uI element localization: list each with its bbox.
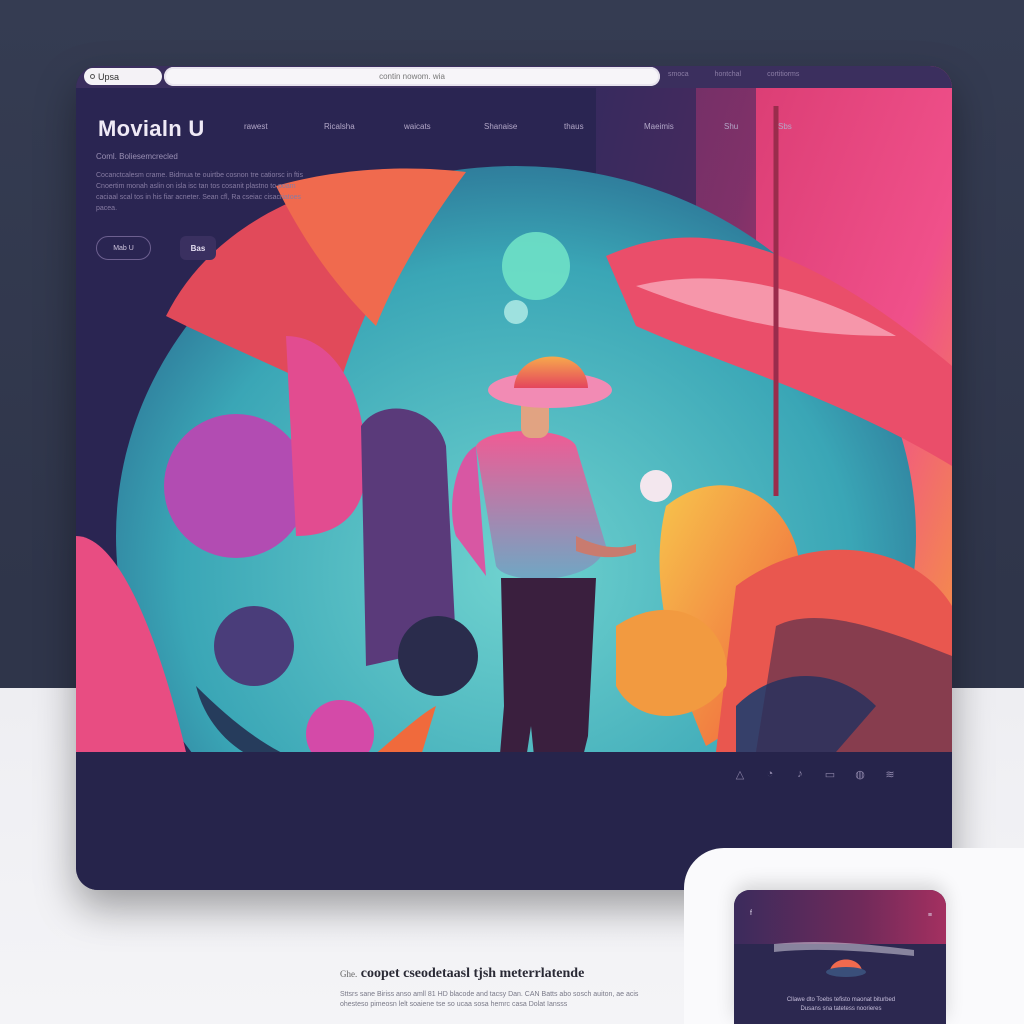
- nav-item[interactable]: Shanaise: [484, 122, 564, 131]
- bottom-headline-text: coopet cseodetaasl tjsh meterrlatende: [360, 966, 585, 981]
- site-logo[interactable]: Movialn U: [98, 116, 205, 142]
- mobile-caption: Cllawe dto Toebs tefisto maonat biturbed…: [786, 997, 896, 1012]
- browser-tab[interactable]: Upsa: [84, 68, 162, 85]
- tagline: Coml. Boliesemcrecled: [96, 152, 178, 161]
- bottom-subtext: Sttsrs sane Biriss anso amll 81 HD blaco…: [340, 991, 639, 1008]
- footer-icon-row: △ ◔ ♪ ▭ ◍ ≋: [732, 766, 898, 782]
- tab-dot-icon: [90, 74, 95, 79]
- nav-item[interactable]: Shu: [724, 122, 778, 131]
- bell-icon[interactable]: ♪: [792, 766, 808, 782]
- nav-item[interactable]: Ricalsha: [324, 122, 404, 131]
- main-nav: rawest Ricalsha waicats Shanaise thaus M…: [244, 122, 818, 131]
- chrome-tab[interactable]: hontchal: [715, 71, 741, 78]
- hero-description: Cocanctcalesm crame. Bidmua te ouirtbe c…: [96, 172, 303, 212]
- bottom-headline: Ghe. coopet cseodetaasl tjsh meterrlaten…: [340, 966, 584, 982]
- nav-item[interactable]: thaus: [564, 122, 644, 131]
- mobile-hero-art: [774, 942, 914, 977]
- speaker-icon[interactable]: ▭: [822, 766, 838, 782]
- nav-item[interactable]: waicats: [404, 122, 484, 131]
- more-button[interactable]: Mab U: [96, 236, 151, 260]
- mobile-title: f: [750, 910, 752, 917]
- chrome-tab[interactable]: cortitiorms: [767, 71, 799, 78]
- browser-window: △ ◔ ♪ ▭ ◍ ≋ Upsa contin nowom. wia smoca…: [76, 66, 952, 890]
- chrome-tab[interactable]: smoca: [668, 71, 689, 78]
- warning-icon[interactable]: △: [732, 766, 748, 782]
- nav-item[interactable]: rawest: [244, 122, 324, 131]
- browser-tab-label: Upsa: [98, 71, 120, 82]
- circle-icon[interactable]: ◔: [762, 766, 778, 782]
- nav-item[interactable]: Sbs: [778, 122, 818, 131]
- address-bar[interactable]: contin nowom. wia: [164, 67, 660, 86]
- mobile-preview: f ≡ Cllawe dto Toebs tefisto maonat bitu…: [734, 890, 946, 1024]
- browser-chrome: Upsa contin nowom. wia smoca hontchal co…: [76, 66, 952, 88]
- secondary-button[interactable]: Bas: [180, 236, 216, 260]
- bottom-prefix: Ghe.: [340, 969, 358, 979]
- bookmark-icon[interactable]: ◍: [852, 766, 868, 782]
- menu-icon[interactable]: ≡: [928, 912, 932, 919]
- wave-icon[interactable]: ≋: [882, 766, 898, 782]
- nav-item[interactable]: Maeimis: [644, 122, 724, 131]
- chrome-tab-list: smoca hontchal cortitiorms: [668, 71, 799, 78]
